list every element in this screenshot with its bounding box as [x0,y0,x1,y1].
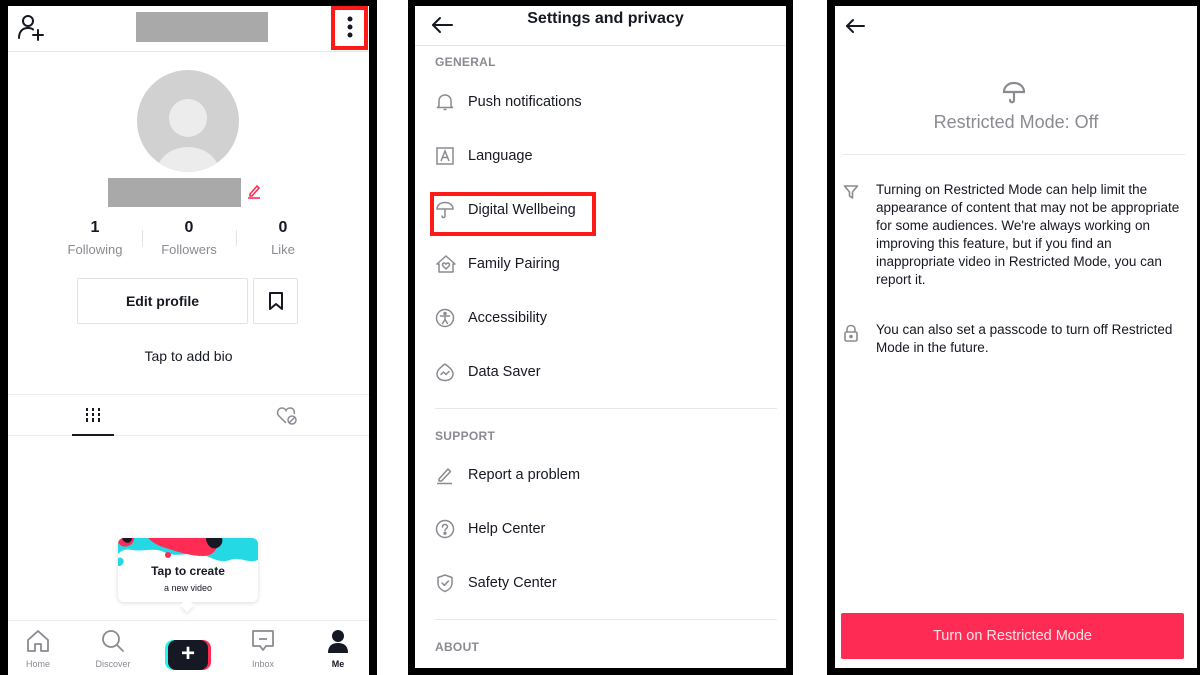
profile-phone-frame: 1 Following 0 Followers 0 Like Edit prof… [0,0,377,675]
profile-screen: 1 Following 0 Followers 0 Like Edit prof… [8,6,369,675]
back-button[interactable] [841,12,869,40]
setting-label: Help Center [468,521,546,537]
setting-safety-center[interactable]: Safety Center [435,568,775,598]
info-text: You can also set a passcode to turn off … [876,322,1173,355]
stat-value: 0 [278,219,288,236]
stat-value: 1 [90,219,100,236]
umbrella-icon [1002,81,1026,104]
edit-profile-button[interactable]: Edit profile [77,278,248,324]
section-divider [435,408,777,409]
bookmarks-button[interactable] [253,278,298,324]
bookmark-icon [268,292,283,310]
language-icon [435,145,461,167]
restricted-mode-phone-frame: Restricted Mode: Off Turning on Restrict… [827,0,1200,675]
profile-top-bar [8,6,369,52]
family-pairing-icon [435,253,461,275]
accessibility-icon [435,307,461,329]
setting-label: Family Pairing [468,256,560,272]
avatar-head [169,99,207,137]
nav-label: Inbox [251,659,275,669]
avatar-body [157,147,219,172]
help-icon [435,518,461,540]
filter-icon [843,181,876,289]
bell-icon [435,91,461,113]
create-video-tooltip[interactable]: Tap to create a new video [118,538,258,613]
setting-label: Data Saver [468,364,541,380]
lock-icon [843,321,876,357]
tab-liked[interactable] [266,395,308,436]
profile-content-tabs [8,394,369,436]
stat-followers[interactable]: 0 Followers [142,218,236,262]
search-icon [102,630,124,652]
nav-label: Me [331,659,345,669]
divider [843,154,1185,155]
stat-label: Followers [161,242,217,257]
create-video-button[interactable]: + [165,640,211,670]
nav-me[interactable]: Me [308,629,368,670]
pencil-icon [435,464,461,486]
section-divider [435,619,777,620]
more-vertical-icon [347,16,353,38]
avatar[interactable] [137,70,239,172]
section-about: ABOUT [435,640,480,654]
setting-label: Report a problem [468,467,581,483]
section-support: SUPPORT [435,429,496,443]
add-user-icon[interactable] [17,13,45,41]
tooltip-subtitle: a new video [163,583,213,593]
home-icon [27,630,49,652]
settings-header: Settings and privacy [415,6,786,46]
setting-family-pairing[interactable]: Family Pairing [435,249,775,279]
setting-push-notifications[interactable]: Push notifications [435,87,775,117]
profile-stats: 1 Following 0 Followers 0 Like [48,218,330,262]
add-bio-link[interactable]: Tap to add bio [8,348,369,364]
stat-following[interactable]: 1 Following [48,218,142,262]
page-title: Settings and privacy [527,10,684,27]
arrow-left-icon [432,17,453,33]
nav-inbox[interactable]: Inbox [233,629,293,670]
nav-home[interactable]: Home [8,629,68,670]
display-name-redacted [108,178,241,207]
nav-label: Discover [95,659,131,669]
tooltip-title: Tap to create [151,564,225,578]
person-icon [328,630,348,653]
stat-label: Like [271,242,295,257]
setting-label: Language [468,148,533,164]
setting-accessibility[interactable]: Accessibility [435,303,775,333]
settings-screen: Settings and privacy GENERAL Push notifi… [415,6,786,668]
shield-check-icon [435,572,461,594]
turn-on-restricted-mode-button[interactable]: Turn on Restricted Mode [841,613,1184,659]
username-redacted [136,12,268,42]
setting-language[interactable]: Language [435,141,775,171]
plus-icon: + [168,640,208,670]
liked-hidden-icon [276,406,297,425]
videos-grid-icon [86,407,100,422]
nav-label: Home [25,659,50,669]
more-options-button[interactable] [331,6,368,50]
info-passcode: You can also set a passcode to turn off … [843,321,1183,357]
section-general: GENERAL [435,55,496,69]
setting-data-saver[interactable]: Data Saver [435,357,775,387]
stat-likes[interactable]: 0 Like [236,218,330,262]
setting-help-center[interactable]: Help Center [435,514,775,544]
info-text: Turning on Restricted Mode can help limi… [876,182,1180,287]
restricted-mode-status: Restricted Mode: Off [933,112,1099,132]
edit-pencil-icon[interactable] [246,183,262,199]
arrow-left-icon [846,19,865,33]
digital-wellbeing-highlight [430,192,596,236]
inbox-icon [252,630,274,651]
data-saver-icon [435,361,461,383]
back-button[interactable] [427,10,457,40]
setting-report-problem[interactable]: Report a problem [435,460,775,490]
nav-discover[interactable]: Discover [83,629,143,670]
setting-label: Safety Center [468,575,557,591]
tab-videos[interactable] [72,395,114,436]
restricted-mode-screen: Restricted Mode: Off Turning on Restrict… [835,6,1197,668]
setting-label: Accessibility [468,310,547,326]
settings-phone-frame: Settings and privacy GENERAL Push notifi… [408,0,793,675]
setting-label: Push notifications [468,94,582,110]
stat-label: Following [67,242,123,257]
bottom-navigation: Home Discover + Inbox Me [8,620,369,675]
info-restricted-mode: Turning on Restricted Mode can help limi… [843,181,1183,289]
stat-value: 0 [184,219,194,236]
